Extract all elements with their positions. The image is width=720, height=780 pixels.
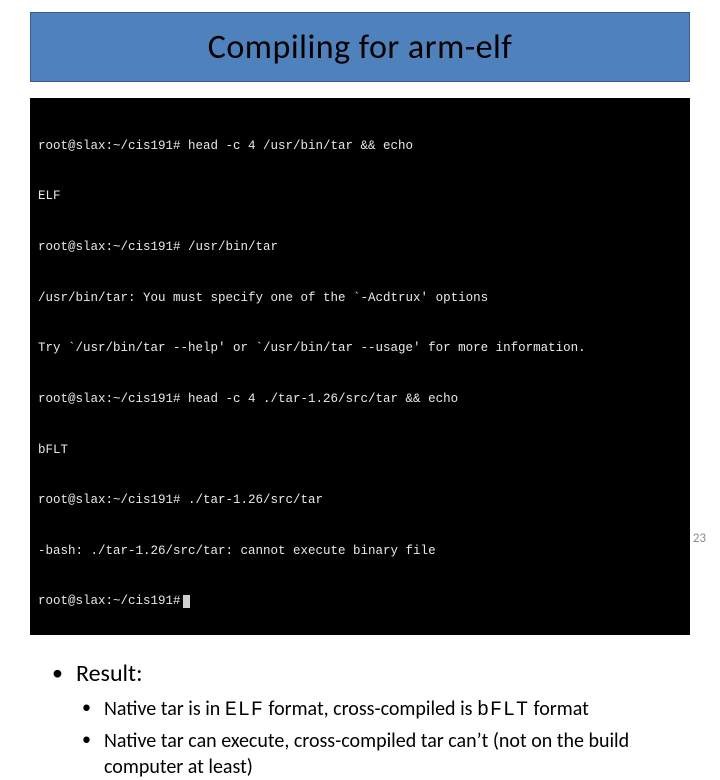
bullet-result: Result:: [50, 659, 670, 688]
terminal-line: Try `/usr/bin/tar --help' or `/usr/bin/t…: [38, 340, 682, 357]
terminal-line: /usr/bin/tar: You must specify one of th…: [38, 290, 682, 307]
terminal-prompt-line: root@slax:~/cis191#: [38, 593, 682, 610]
bullet-sub-execute: Native tar can execute, cross-compiled t…: [82, 728, 670, 780]
terminal-line: -bash: ./tar-1.26/src/tar: cannot execut…: [38, 543, 682, 560]
terminal-line: root@slax:~/cis191# ./tar-1.26/src/tar: [38, 492, 682, 509]
terminal-line: root@slax:~/cis191# head -c 4 ./tar-1.26…: [38, 391, 682, 408]
bullet-sub-elf-bflt: Native tar is in ELF format, cross-compi…: [82, 696, 670, 724]
code-elf: ELF: [225, 699, 264, 722]
slide-title: Compiling for arm-elf: [208, 27, 512, 68]
terminal-line: root@slax:~/cis191# /usr/bin/tar: [38, 239, 682, 256]
cursor-icon: [183, 595, 190, 608]
terminal-screenshot: root@slax:~/cis191# head -c 4 /usr/bin/t…: [30, 98, 690, 635]
slide-body: Result: Native tar is in ELF format, cro…: [50, 659, 670, 780]
text: Native tar is in: [104, 697, 225, 721]
terminal-line: bFLT: [38, 442, 682, 459]
text: format: [529, 697, 589, 721]
terminal-line: root@slax:~/cis191#: [38, 594, 181, 608]
page-number: 23: [693, 531, 706, 546]
terminal-line: root@slax:~/cis191# head -c 4 /usr/bin/t…: [38, 138, 682, 155]
terminal-line: ELF: [38, 188, 682, 205]
title-bar: Compiling for arm-elf: [30, 12, 690, 82]
code-bflt: bFLT: [477, 699, 529, 722]
text: format, cross-compiled is: [264, 697, 477, 721]
